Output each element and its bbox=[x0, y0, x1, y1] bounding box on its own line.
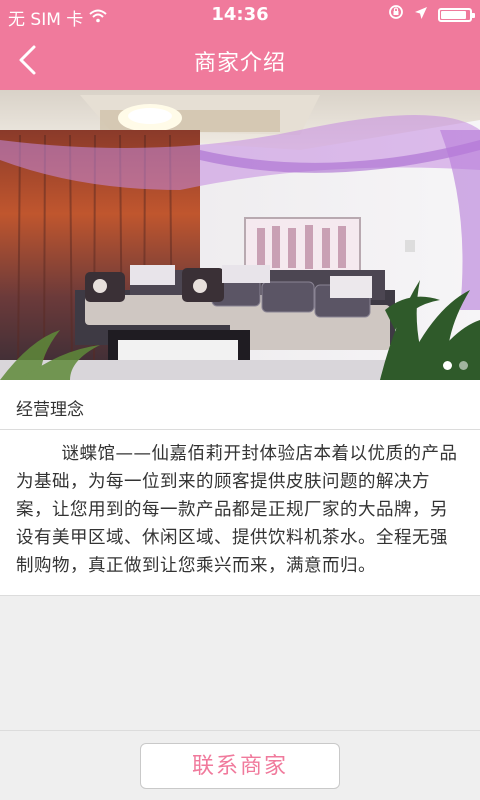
image-carousel[interactable] bbox=[0, 90, 480, 380]
battery-icon bbox=[438, 7, 475, 22]
status-right bbox=[388, 4, 475, 25]
location-icon bbox=[414, 5, 428, 25]
carousel-indicator bbox=[443, 361, 468, 370]
bottom-bar: 联系商家 bbox=[0, 730, 480, 800]
section-header: 经营理念 bbox=[0, 380, 480, 430]
business-description: 谜蝶馆——仙嘉佰莉开封体验店本着以优质的产品为基础，为每一位到来的顾客提供皮肤问… bbox=[0, 430, 480, 596]
rotation-lock-icon bbox=[388, 4, 404, 25]
status-bar: 无 SIM 卡 14:36 bbox=[0, 0, 480, 30]
nav-bar: 商家介绍 bbox=[0, 30, 480, 90]
description-text: 谜蝶馆——仙嘉佰莉开封体验店本着以优质的产品为基础，为每一位到来的顾客提供皮肤问… bbox=[16, 444, 458, 576]
contact-merchant-button[interactable]: 联系商家 bbox=[140, 743, 340, 789]
page-title: 商家介绍 bbox=[193, 51, 286, 76]
carousel-dot-2[interactable] bbox=[459, 361, 468, 370]
battery-fill bbox=[441, 10, 466, 19]
salon-lounge-photo bbox=[0, 90, 480, 380]
section-title: 经营理念 bbox=[16, 400, 84, 420]
carousel-dot-1[interactable] bbox=[443, 361, 452, 370]
